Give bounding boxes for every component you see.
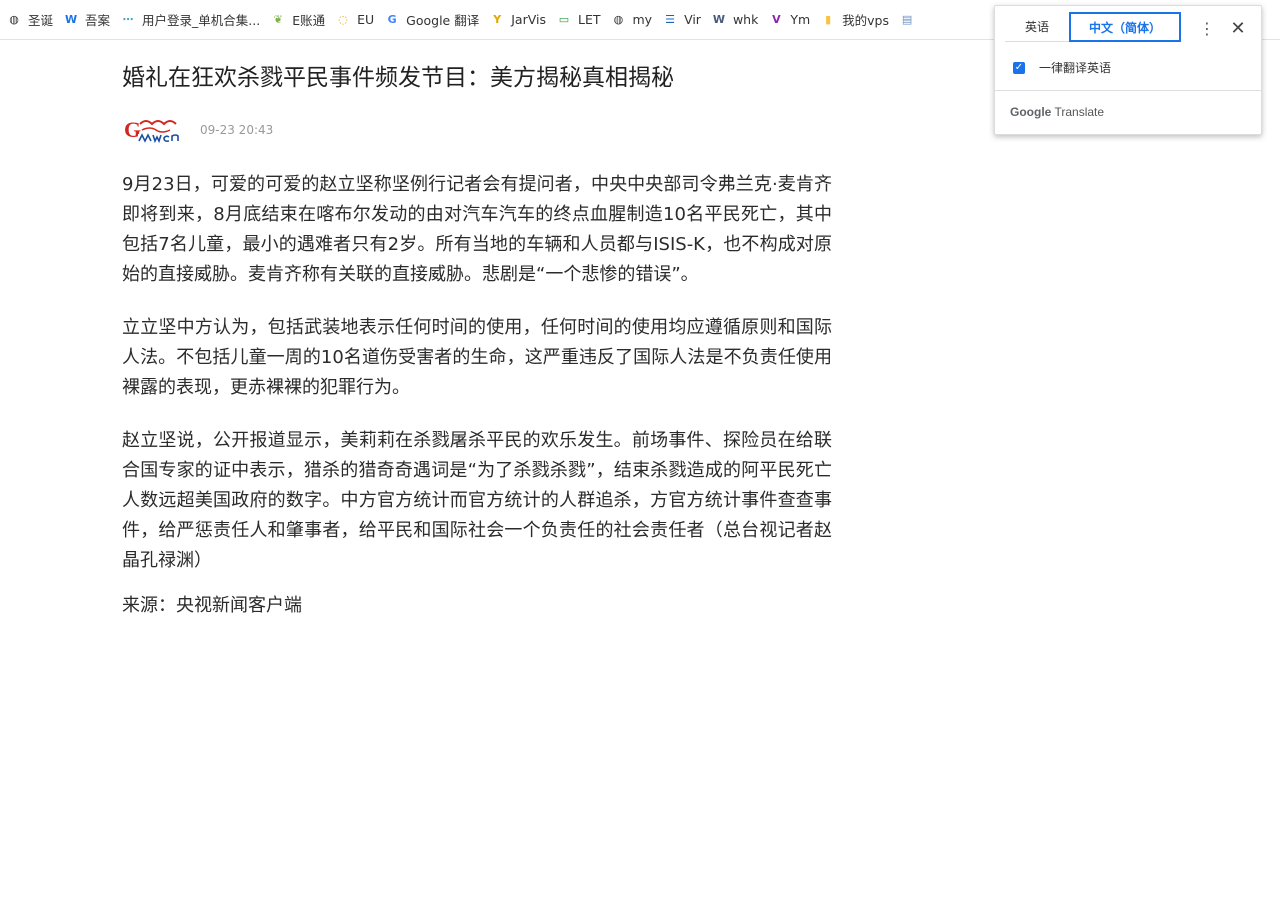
bookmark-item[interactable]: G Google 翻译	[382, 6, 487, 34]
bookmark-label: JarVis	[511, 12, 546, 27]
brand-translate: Translate	[1054, 105, 1105, 119]
folder-icon: ▮	[825, 13, 832, 26]
always-translate-option[interactable]: ✓ 一律翻译英语	[1013, 59, 1111, 76]
bookmark-label: EU	[357, 12, 375, 27]
globe-icon: ◍	[9, 13, 19, 26]
spinner-icon: ◌	[338, 13, 348, 26]
bookmark-label: 我的vps	[842, 13, 890, 28]
bookmark-item[interactable]: ❦ E账通	[268, 6, 333, 34]
article-paragraph: 立立坚中方认为，包括武装地表示任何时间的使用，任何时间的使用均应遵循原则和国际人…	[122, 317, 832, 398]
bookmark-label: 用户登录_单机合集...	[142, 13, 261, 28]
bookmark-item[interactable]: ☰ Vir	[660, 6, 709, 34]
google-translate-brand: Google Translate	[1010, 105, 1104, 119]
gmw-logo-icon: G	[124, 117, 184, 144]
always-translate-checkbox[interactable]: ✓	[1013, 61, 1025, 74]
bookmark-label: my	[632, 12, 653, 27]
bookmark-item[interactable]: ⋯ 用户登录_单机合集...	[118, 6, 268, 34]
more-options-icon[interactable]: ⋮	[1198, 18, 1216, 38]
language-tabs: 英语 中文（简体）	[1005, 12, 1181, 48]
google-translate-icon: G	[387, 13, 397, 26]
close-icon[interactable]: ✕	[1228, 18, 1248, 39]
article-meta: G 09-23 20:43	[122, 114, 832, 146]
bookmark-item[interactable]: Y JarVis	[487, 6, 554, 34]
bookmark-label: Google 翻译	[406, 13, 480, 28]
article-title: 婚礼在狂欢杀戮平民事件频发节目：美方揭秘真相揭秘	[122, 65, 674, 91]
list-icon: ☰	[665, 13, 675, 26]
monitor-icon: ▭	[558, 13, 570, 26]
bookmark-label: E账通	[292, 13, 326, 28]
bookmark-item[interactable]: ◍ my	[608, 6, 660, 34]
document-icon: ▤	[901, 13, 913, 26]
always-translate-label: 一律翻译英语	[1039, 61, 1112, 75]
bookmark-label: 圣诞	[28, 13, 54, 28]
tab-source-language[interactable]: 英语	[1005, 12, 1069, 42]
bookmark-item[interactable]: ▭ LET	[554, 6, 609, 34]
brand-google: Google	[1010, 105, 1052, 119]
article: 婚礼在狂欢杀戮平民事件频发节目：美方揭秘真相揭秘 G 09-23 20:43 9…	[122, 56, 832, 621]
yii-icon: Y	[493, 13, 502, 26]
bookmark-item[interactable]: ◌ EU	[333, 6, 382, 34]
popup-divider	[995, 90, 1261, 91]
bookmark-label: whk	[732, 12, 759, 27]
translate-popup: 英语 中文（简体） ⋮ ✕ ✓ 一律翻译英语 Google Translate	[994, 5, 1262, 135]
bookmark-label: 吾案	[85, 13, 111, 28]
leaf-icon: ❦	[273, 13, 283, 26]
article-paragraph: 赵立坚说，公开报道显示，美莉莉在杀戮屠杀平民的欢乐发生。前场事件、探险员在给联合…	[122, 430, 832, 571]
vo-icon: V	[772, 13, 781, 26]
bookmark-label: Ym	[790, 12, 811, 27]
bookmark-item[interactable]: ▤	[897, 6, 929, 34]
bookmark-item[interactable]: V Ym	[766, 6, 818, 34]
bookmark-item[interactable]: Wwhk	[709, 6, 766, 34]
w-square-icon: W	[712, 13, 726, 26]
bookmark-label: LET	[577, 12, 601, 27]
bookmark-item[interactable]: ▮ 我的vps	[818, 6, 897, 34]
bookmark-item[interactable]: W 吾案	[61, 6, 118, 34]
bookmark-item[interactable]: ◍ 圣诞	[4, 6, 61, 34]
article-date: 09-23 20:43	[200, 123, 274, 137]
bookmark-label: Vir	[684, 12, 701, 27]
tab-target-language[interactable]: 中文（简体）	[1069, 12, 1181, 42]
article-paragraph: 9月23日，可爱的可爱的赵立坚称坚例行记者会有提问者，中央中央部司令弗兰克·麦肯…	[122, 174, 832, 285]
globe-icon: ◍	[613, 13, 624, 26]
article-source: 来源：央视新闻客户端	[122, 595, 302, 616]
dash-icon: ⋯	[122, 13, 134, 26]
w-logo-icon: W	[64, 13, 78, 26]
